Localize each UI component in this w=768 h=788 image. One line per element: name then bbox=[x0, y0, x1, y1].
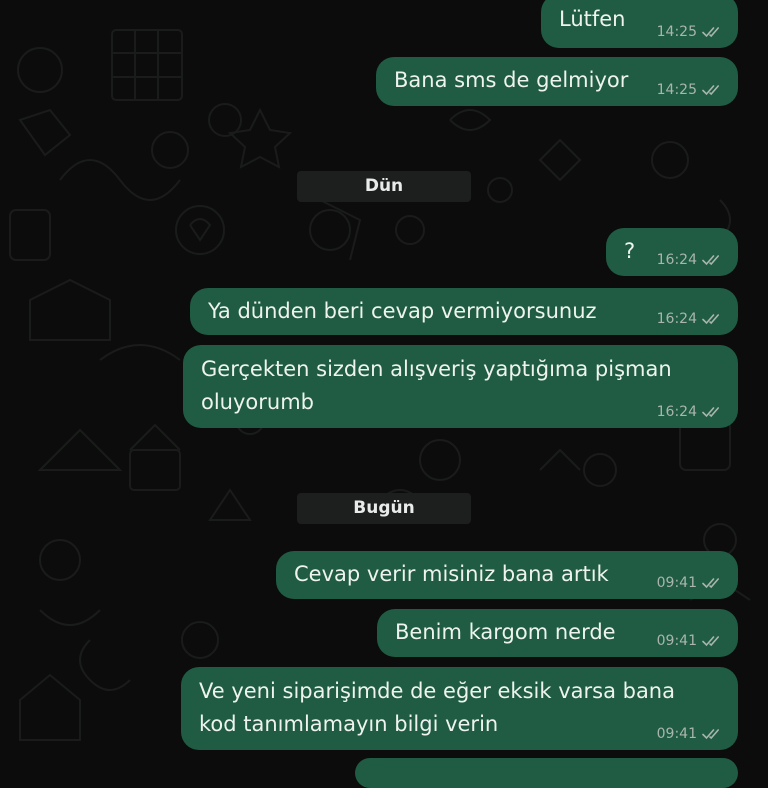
double-check-icon bbox=[702, 85, 719, 96]
double-check-icon bbox=[702, 255, 719, 266]
message-bubble[interactable]: Cevap verir misiniz bana artık 09:41 bbox=[276, 551, 738, 599]
message-time: 16:24 bbox=[656, 311, 697, 327]
message-text: Cevap verir misiniz bana artık bbox=[294, 562, 609, 586]
double-check-icon bbox=[702, 27, 719, 38]
message-text: Gerçekten sizden alışveriş yaptığıma piş… bbox=[201, 357, 672, 414]
date-separator: Bugün bbox=[297, 493, 471, 524]
message-meta: 16:24 bbox=[657, 251, 722, 269]
double-check-icon bbox=[702, 729, 719, 740]
message-bubble-partial[interactable] bbox=[355, 758, 738, 788]
message-meta: 09:41 bbox=[657, 632, 722, 650]
message-text: Ve yeni siparişimde de eğer eksik varsa … bbox=[199, 679, 675, 736]
message-meta: 09:41 bbox=[657, 725, 722, 743]
message-bubble[interactable]: Ya dünden beri cevap vermiyorsunuz 16:24 bbox=[190, 288, 738, 335]
message-text: Bana sms de gelmiyor bbox=[394, 68, 629, 92]
message-bubble[interactable]: Benim kargom nerde 09:41 bbox=[377, 609, 738, 657]
chat-area: Lütfen 14:25 Bana sms de gelmiyor 14:25 … bbox=[0, 0, 768, 788]
message-time: 16:24 bbox=[656, 404, 697, 420]
message-bubble[interactable]: Gerçekten sizden alışveriş yaptığıma piş… bbox=[183, 345, 738, 428]
double-check-icon bbox=[702, 314, 719, 325]
message-bubble[interactable]: Ve yeni siparişimde de eğer eksik varsa … bbox=[181, 667, 738, 750]
message-meta: 09:41 bbox=[657, 574, 722, 592]
message-time: 14:25 bbox=[656, 24, 697, 40]
message-meta: 16:24 bbox=[657, 403, 722, 421]
message-time: 09:41 bbox=[656, 633, 697, 649]
message-meta: 16:24 bbox=[657, 310, 722, 328]
message-time: 16:24 bbox=[656, 252, 697, 268]
double-check-icon bbox=[702, 578, 719, 589]
message-meta: 14:25 bbox=[657, 81, 722, 99]
message-time: 09:41 bbox=[656, 575, 697, 591]
double-check-icon bbox=[702, 407, 719, 418]
double-check-icon bbox=[702, 636, 719, 647]
message-bubble[interactable]: ? 16:24 bbox=[606, 228, 738, 276]
message-text: Benim kargom nerde bbox=[395, 620, 616, 644]
message-time: 14:25 bbox=[656, 82, 697, 98]
message-time: 09:41 bbox=[656, 726, 697, 742]
message-bubble[interactable]: Bana sms de gelmiyor 14:25 bbox=[376, 57, 738, 106]
message-text: ? bbox=[624, 239, 636, 263]
message-meta: 14:25 bbox=[657, 23, 722, 41]
message-bubble[interactable]: Lütfen 14:25 bbox=[541, 0, 738, 48]
date-separator: Dün bbox=[297, 171, 471, 202]
message-text: Lütfen bbox=[559, 7, 626, 31]
message-text: Ya dünden beri cevap vermiyorsunuz bbox=[208, 299, 597, 323]
